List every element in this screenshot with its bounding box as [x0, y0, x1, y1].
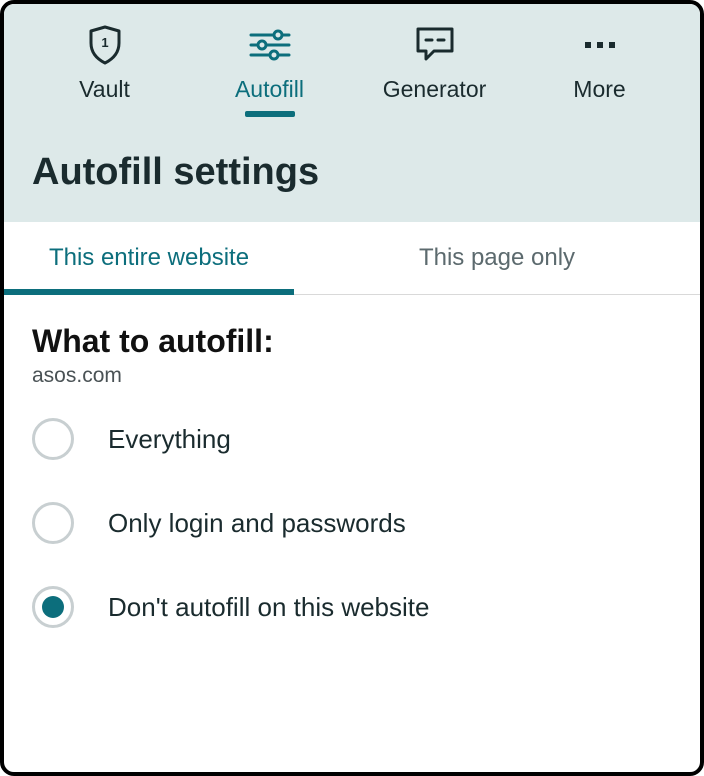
- radio-icon: [32, 502, 74, 544]
- option-everything[interactable]: Everything: [32, 418, 672, 460]
- radio-icon: [32, 418, 74, 460]
- scope-tab-label: This entire website: [49, 244, 249, 271]
- header-area: 1 Vault Autofill: [4, 4, 700, 222]
- nav-label: Autofill: [235, 76, 304, 103]
- app-window: 1 Vault Autofill: [0, 0, 704, 776]
- top-nav: 1 Vault Autofill: [4, 4, 700, 117]
- scope-tabs: This entire website This page only: [4, 222, 700, 295]
- shield-icon: 1: [87, 26, 123, 64]
- autofill-options: Everything Only login and passwords Don'…: [32, 418, 672, 628]
- section-title: What to autofill:: [32, 323, 672, 360]
- option-label: Don't autofill on this website: [108, 592, 429, 623]
- scope-tab-website[interactable]: This entire website: [4, 222, 294, 294]
- ellipsis-icon: [580, 26, 620, 64]
- sliders-icon: [247, 26, 293, 64]
- content-area: What to autofill: asos.com Everything On…: [4, 295, 700, 628]
- scope-tab-page[interactable]: This page only: [294, 222, 700, 294]
- domain-text: asos.com: [32, 364, 672, 388]
- option-none[interactable]: Don't autofill on this website: [32, 586, 672, 628]
- nav-label: Vault: [79, 76, 130, 103]
- nav-label: More: [573, 76, 625, 103]
- radio-icon: [32, 586, 74, 628]
- password-chat-icon: [412, 26, 458, 64]
- nav-label: Generator: [383, 76, 487, 103]
- page-title: Autofill settings: [4, 117, 700, 194]
- scope-tab-label: This page only: [419, 244, 575, 271]
- svg-text:1: 1: [101, 35, 108, 50]
- nav-tab-more[interactable]: More: [540, 26, 660, 117]
- option-label: Only login and passwords: [108, 508, 406, 539]
- option-login-only[interactable]: Only login and passwords: [32, 502, 672, 544]
- option-label: Everything: [108, 424, 231, 455]
- nav-tab-vault[interactable]: 1 Vault: [45, 26, 165, 117]
- nav-tab-generator[interactable]: Generator: [375, 26, 495, 117]
- nav-tab-autofill[interactable]: Autofill: [210, 26, 330, 117]
